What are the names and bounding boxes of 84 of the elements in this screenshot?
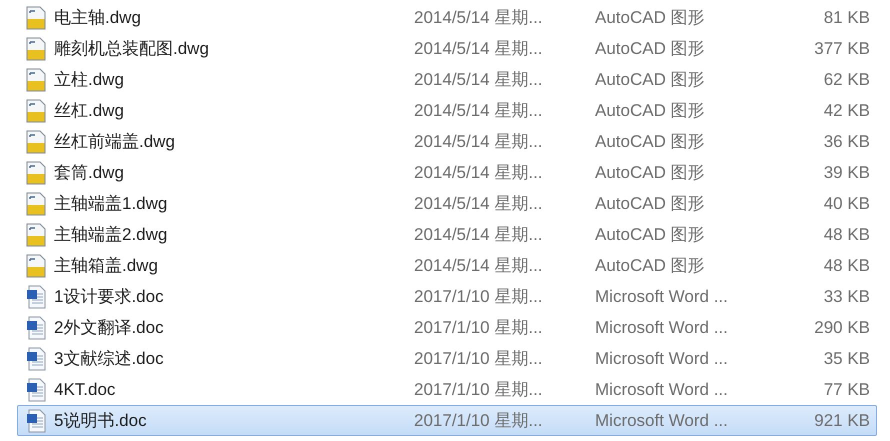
file-type: AutoCAD 图形 bbox=[595, 255, 706, 277]
file-type: AutoCAD 图形 bbox=[595, 162, 706, 184]
file-type: Microsoft Word ... bbox=[595, 318, 729, 338]
modified-date: 2017/1/10 星期... bbox=[414, 348, 544, 370]
drawing-file-icon bbox=[26, 6, 46, 30]
file-row[interactable]: 主轴箱盖.dwg 2014/5/14 星期... AutoCAD 图形 48 KB bbox=[17, 250, 877, 281]
file-row[interactable]: 3文献综述.doc 2017/1/10 星期... Microsoft Word ... 35 KB bbox=[17, 343, 877, 374]
drawing-file-icon bbox=[26, 68, 46, 92]
modified-date: 2017/1/10 星期... bbox=[414, 379, 544, 401]
file-name: 主轴端盖2.dwg bbox=[54, 224, 168, 246]
drawing-file-icon bbox=[26, 130, 46, 154]
modified-date: 2014/5/14 星期... bbox=[414, 255, 544, 277]
word-document-icon bbox=[26, 316, 46, 340]
file-row[interactable]: 丝杠前端盖.dwg 2014/5/14 星期... AutoCAD 图形 36 KB bbox=[17, 126, 877, 157]
file-type: AutoCAD 图形 bbox=[595, 100, 706, 122]
file-row[interactable]: 主轴端盖2.dwg 2014/5/14 星期... AutoCAD 图形 48 KB bbox=[17, 219, 877, 250]
file-type: AutoCAD 图形 bbox=[595, 131, 706, 153]
file-row[interactable]: 丝杠.dwg 2014/5/14 星期... AutoCAD 图形 42 KB bbox=[17, 95, 877, 126]
modified-date: 2014/5/14 星期... bbox=[414, 38, 544, 60]
file-name: 雕刻机总装配图.dwg bbox=[54, 38, 209, 60]
file-name: 3文献综述.doc bbox=[54, 348, 164, 370]
file-type: AutoCAD 图形 bbox=[595, 193, 706, 215]
file-name: 电主轴.dwg bbox=[54, 7, 141, 29]
file-name: 立柱.dwg bbox=[54, 69, 124, 91]
drawing-file-icon bbox=[26, 160, 46, 184]
file-type: Microsoft Word ... bbox=[595, 410, 729, 430]
file-name: 主轴端盖1.dwg bbox=[54, 193, 168, 215]
file-name: 丝杠前端盖.dwg bbox=[54, 131, 175, 153]
file-name: 5说明书.doc bbox=[54, 410, 147, 432]
file-type: Microsoft Word ... bbox=[595, 380, 729, 400]
file-type: AutoCAD 图形 bbox=[595, 224, 706, 246]
file-row[interactable]: 2外文翻译.doc 2017/1/10 星期... Microsoft Word ... 290 KB bbox=[17, 312, 877, 343]
file-type: Microsoft Word ... bbox=[595, 286, 729, 306]
file-size: 48 KB bbox=[824, 256, 870, 276]
file-row[interactable]: 5说明书.doc 2017/1/10 星期... Microsoft Word ... 921 KB bbox=[17, 405, 877, 436]
file-size: 42 KB bbox=[824, 100, 870, 120]
modified-date: 2014/5/14 星期... bbox=[414, 224, 544, 246]
file-size: 33 KB bbox=[824, 286, 870, 306]
modified-date: 2014/5/14 星期... bbox=[414, 100, 544, 122]
file-type: Microsoft Word ... bbox=[595, 348, 729, 368]
file-size: 81 KB bbox=[824, 8, 870, 28]
drawing-file-icon bbox=[26, 254, 46, 278]
file-row[interactable]: 立柱.dwg 2014/5/14 星期... AutoCAD 图形 62 KB bbox=[17, 64, 877, 95]
word-document-icon bbox=[26, 284, 46, 308]
file-name: 4KT.doc bbox=[54, 380, 116, 400]
file-row[interactable]: 1设计要求.doc 2017/1/10 星期... Microsoft Word ... 33 KB bbox=[17, 281, 877, 312]
file-size: 48 KB bbox=[824, 224, 870, 244]
drawing-file-icon bbox=[26, 98, 46, 122]
file-type: AutoCAD 图形 bbox=[595, 38, 706, 60]
file-name: 1设计要求.doc bbox=[54, 286, 164, 308]
file-size: 290 KB bbox=[814, 318, 870, 338]
file-name: 2外文翻译.doc bbox=[54, 317, 164, 339]
word-document-icon bbox=[26, 408, 46, 432]
file-row[interactable]: 主轴端盖1.dwg 2014/5/14 星期... AutoCAD 图形 40 KB bbox=[17, 188, 877, 219]
file-size: 40 KB bbox=[824, 194, 870, 214]
drawing-file-icon bbox=[26, 36, 46, 60]
drawing-file-icon bbox=[26, 192, 46, 216]
modified-date: 2014/5/14 星期... bbox=[414, 7, 544, 29]
word-document-icon bbox=[26, 346, 46, 370]
file-size: 77 KB bbox=[824, 380, 870, 400]
file-name: 套筒.dwg bbox=[54, 162, 124, 184]
file-name: 丝杠.dwg bbox=[54, 100, 124, 122]
file-type: AutoCAD 图形 bbox=[595, 69, 706, 91]
file-row[interactable]: 4KT.doc 2017/1/10 星期... Microsoft Word ... 77 KB bbox=[17, 374, 877, 405]
file-size: 377 KB bbox=[814, 38, 870, 58]
modified-date: 2014/5/14 星期... bbox=[414, 162, 544, 184]
file-name: 主轴箱盖.dwg bbox=[54, 255, 158, 277]
file-type: AutoCAD 图形 bbox=[595, 7, 706, 29]
file-size: 36 KB bbox=[824, 132, 870, 152]
file-size: 921 KB bbox=[814, 410, 870, 430]
file-size: 39 KB bbox=[824, 162, 870, 182]
file-row[interactable]: 电主轴.dwg 2014/5/14 星期... AutoCAD 图形 81 KB bbox=[17, 2, 877, 33]
drawing-file-icon bbox=[26, 222, 46, 246]
word-document-icon bbox=[26, 378, 46, 402]
file-row[interactable]: 雕刻机总装配图.dwg 2014/5/14 星期... AutoCAD 图形 377 KB bbox=[17, 33, 877, 64]
modified-date: 2014/5/14 星期... bbox=[414, 69, 544, 91]
modified-date: 2014/5/14 星期... bbox=[414, 193, 544, 215]
modified-date: 2014/5/14 星期... bbox=[414, 131, 544, 153]
modified-date: 2017/1/10 星期... bbox=[414, 286, 544, 308]
modified-date: 2017/1/10 星期... bbox=[414, 410, 544, 432]
modified-date: 2017/1/10 星期... bbox=[414, 317, 544, 339]
file-size: 62 KB bbox=[824, 70, 870, 90]
file-row[interactable]: 套筒.dwg 2014/5/14 星期... AutoCAD 图形 39 KB bbox=[17, 157, 877, 188]
file-size: 35 KB bbox=[824, 348, 870, 368]
